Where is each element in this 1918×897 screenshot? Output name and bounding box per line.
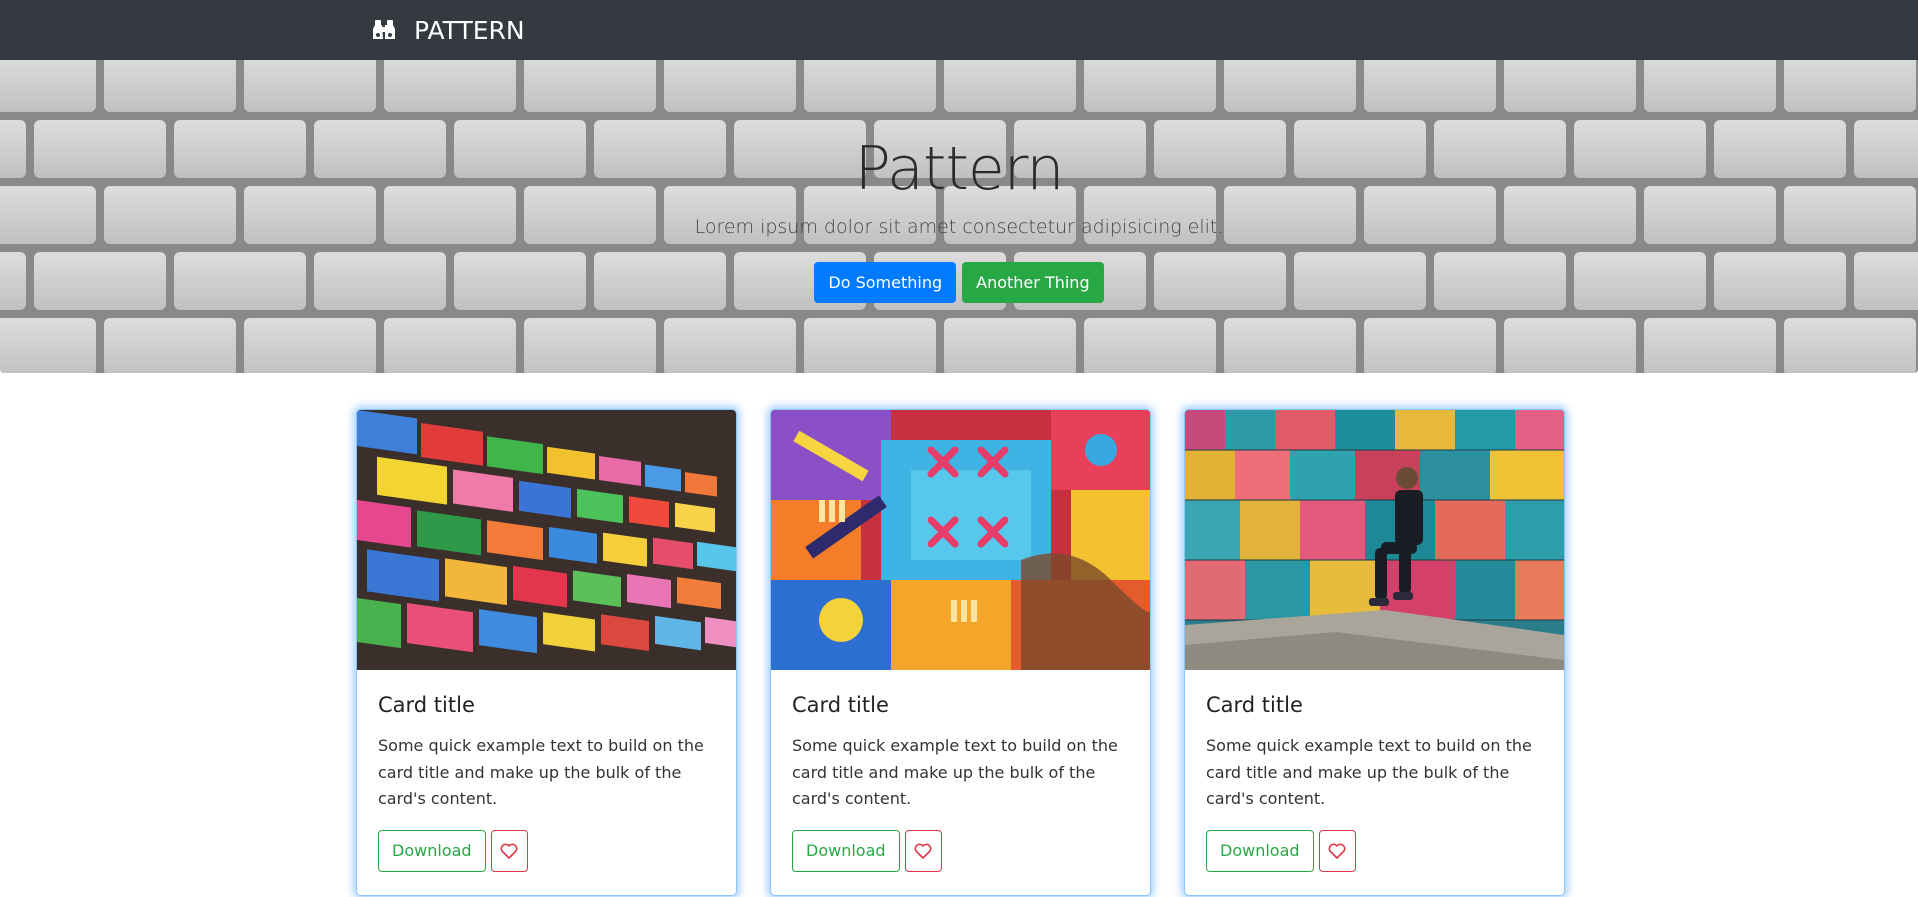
brand-name: PATTERN: [414, 15, 525, 45]
card-title: Card title: [1206, 693, 1303, 717]
download-button[interactable]: Download: [1206, 830, 1314, 872]
card-actions: Download: [792, 830, 942, 872]
card-image-colorful-bricks: [357, 410, 736, 670]
hero-lead: Lorem ipsum dolor sit amet consectetur a…: [694, 216, 1224, 238]
card-actions: Download: [378, 830, 528, 872]
hero-buttons: Do Something Another Thing: [0, 262, 1918, 303]
card-1: Card title Some quick example text to bu…: [356, 409, 737, 896]
download-button[interactable]: Download: [792, 830, 900, 872]
like-button[interactable]: [904, 830, 942, 872]
hero-content: Pattern Lorem ipsum dolor sit amet conse…: [0, 60, 1918, 373]
navbar: PATTERN: [0, 0, 1918, 60]
card-2: Card title Some quick example text to bu…: [770, 409, 1151, 896]
card-text: Some quick example text to build on the …: [1206, 736, 1532, 808]
another-thing-button[interactable]: Another Thing: [962, 262, 1104, 303]
card-image-man-on-colorful-wall: [1185, 410, 1564, 670]
card-image-graffiti-wall: [771, 410, 1150, 670]
hero-title: Pattern: [854, 134, 1065, 204]
heart-icon: [500, 843, 518, 859]
card-title: Card title: [378, 693, 475, 717]
do-something-button[interactable]: Do Something: [814, 262, 957, 303]
card-text: Some quick example text to build on the …: [792, 736, 1118, 808]
card-actions: Download: [1206, 830, 1356, 872]
heart-icon: [914, 843, 932, 859]
card-text: Some quick example text to build on the …: [378, 736, 704, 808]
card-3: Card title Some quick example text to bu…: [1184, 409, 1565, 896]
heart-icon: [1328, 843, 1346, 859]
like-button[interactable]: [490, 830, 528, 872]
like-button[interactable]: [1318, 830, 1356, 872]
hero-jumbotron: Pattern Lorem ipsum dolor sit amet conse…: [0, 60, 1918, 373]
binoculars-icon: [372, 19, 396, 41]
download-button[interactable]: Download: [378, 830, 486, 872]
card-title: Card title: [792, 693, 889, 717]
navbar-brand[interactable]: PATTERN: [372, 14, 525, 46]
